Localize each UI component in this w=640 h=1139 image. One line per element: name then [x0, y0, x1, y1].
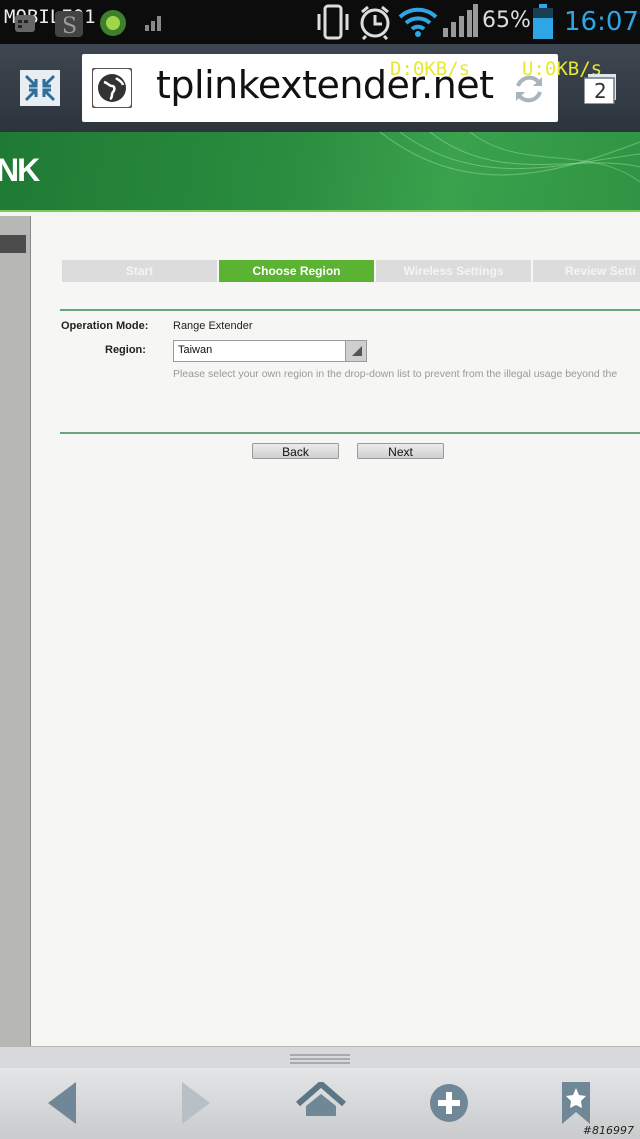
banner-divider: [0, 210, 640, 212]
operation-mode-label: Operation Mode:: [61, 320, 149, 332]
step-choose-region: Choose Region: [219, 260, 374, 282]
watermark: #816997: [582, 1124, 634, 1137]
battery-icon: [532, 4, 554, 44]
banner-swoosh-decoration: [379, 132, 640, 183]
toolbar-drag-handle[interactable]: [0, 1046, 640, 1069]
tplink-header-banner: NK: [0, 132, 640, 212]
browser-address-bar: tplinkextender.net D:0KB/s U:0KB/s 2: [0, 44, 640, 132]
url-field[interactable]: tplinkextender.net: [82, 54, 558, 122]
wizard-content: Start Choose Region Wireless Settings Re…: [31, 216, 640, 1046]
bookmarks-icon[interactable]: [560, 1080, 592, 1130]
forward-arrow-icon[interactable]: [178, 1080, 212, 1130]
brand-logo: NK: [0, 152, 40, 188]
status-bar: MOBILE01 S 65% 16:07: [0, 0, 640, 44]
back-arrow-icon[interactable]: [46, 1080, 80, 1130]
battery-percent: 65%: [482, 8, 531, 33]
region-selected-value: Taiwan: [178, 344, 213, 356]
alarm-icon: [358, 4, 392, 44]
calendar-icon: [14, 12, 36, 38]
home-icon[interactable]: [296, 1080, 346, 1126]
browser-navigation-bar: #816997: [0, 1068, 640, 1139]
back-button[interactable]: Back: [252, 443, 339, 459]
step-wireless-settings: Wireless Settings: [376, 260, 531, 282]
step-label: Start: [125, 264, 154, 278]
vibrate-icon: [316, 4, 350, 44]
side-menu: [0, 216, 31, 1046]
cell-signal-icon: [442, 4, 478, 42]
bottom-divider: [60, 432, 640, 434]
operation-mode-value: Range Extender: [173, 320, 253, 332]
clock: 16:07: [564, 7, 639, 37]
region-select[interactable]: Taiwan: [173, 340, 367, 362]
region-hint-text: Please select your own region in the dro…: [173, 368, 618, 380]
add-bookmark-icon[interactable]: [428, 1082, 470, 1128]
svg-text:S: S: [62, 14, 77, 38]
step-review-settings: Review Setti: [533, 260, 640, 282]
top-divider: [60, 309, 640, 311]
step-start: Start: [62, 260, 217, 282]
next-button[interactable]: Next: [357, 443, 444, 459]
tabs-button[interactable]: 2: [584, 74, 618, 104]
android-icon: [98, 8, 128, 42]
signal-bars-icon: [144, 12, 166, 36]
s-app-icon: S: [54, 10, 84, 42]
exit-fullscreen-icon[interactable]: [20, 70, 60, 110]
download-speed: D:0KB/s: [390, 58, 471, 80]
dropdown-arrow-icon[interactable]: [345, 341, 366, 361]
step-label: Wireless Settings: [403, 264, 504, 278]
side-menu-selected-item[interactable]: [0, 235, 26, 253]
wifi-icon: [398, 6, 438, 42]
step-label: Choose Region: [252, 264, 341, 278]
globe-icon: [91, 67, 133, 112]
step-label: Review Setti: [565, 264, 636, 278]
tab-count: 2: [594, 79, 607, 103]
region-label: Region:: [105, 344, 146, 356]
